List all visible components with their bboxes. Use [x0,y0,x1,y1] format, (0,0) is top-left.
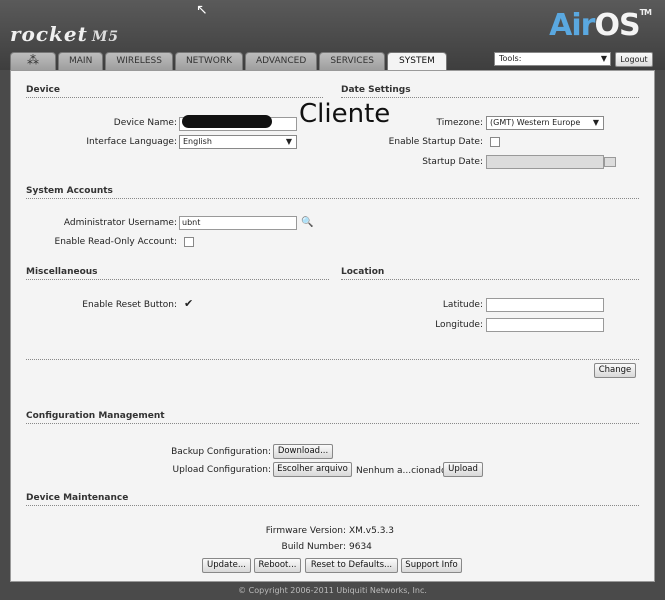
interface-language-select[interactable]: English ▼ [179,135,297,149]
system-accounts-title: System Accounts [26,186,113,196]
tab-ubiquiti-logo[interactable]: ⁂ [10,52,56,70]
change-button[interactable]: Change [594,363,636,378]
calendar-icon [604,157,616,167]
divider [341,279,639,280]
admin-username-input[interactable]: ubnt [179,216,297,230]
brand-model: M5 [91,29,120,45]
device-section-title: Device [26,85,60,95]
firmware-version-label: Firmware Version: [265,526,346,536]
airos-logo: AirOSTM [549,8,652,43]
footer-copyright: © Copyright 2006-2011 Ubiquiti Networks,… [238,586,427,595]
support-info-button[interactable]: Support Info [401,558,462,573]
latitude-label: Latitude: [442,300,483,310]
download-button[interactable]: Download... [273,444,333,459]
backup-configuration-label: Backup Configuration: [171,447,271,457]
tab-network[interactable]: NETWORK [174,52,243,70]
date-settings-title: Date Settings [341,85,411,95]
tab-wireless[interactable]: WIRELESS [105,52,173,70]
search-icon[interactable]: 🔍 [301,217,313,228]
airos-os: OS [594,8,640,43]
divider [341,97,639,98]
chevron-down-icon: ▼ [592,118,599,127]
divider [26,279,329,280]
admin-username-label: Administrator Username: [63,218,177,228]
enable-startup-date-checkbox[interactable] [490,137,500,147]
enable-readonly-label: Enable Read-Only Account: [54,237,177,247]
device-name-label: Device Name: [113,118,177,128]
divider [26,505,639,506]
airos-tm: TM [639,8,652,17]
tab-services[interactable]: SERVICES [319,52,385,70]
startup-date-label: Startup Date: [422,157,483,167]
timezone-value: (GMT) Western Europe [490,118,581,127]
upload-button[interactable]: Upload [443,462,483,477]
build-number-value: 9634 [349,542,372,552]
redaction-mark [182,115,272,128]
interface-language-value: English [183,137,212,146]
update-button[interactable]: Update... [202,558,251,573]
miscellaneous-title: Miscellaneous [26,267,98,277]
tools-label: Tools: [499,54,522,63]
logout-button[interactable]: Logout [615,52,653,67]
interface-language-label: Interface Language: [86,137,177,147]
airos-air: Air [549,8,595,43]
checkmark-icon[interactable]: ✔ [184,297,193,310]
reset-to-defaults-button[interactable]: Reset to Defaults... [305,558,398,573]
main-tabs: ⁂ MAIN WIRELESS NETWORK ADVANCED SERVICE… [10,52,447,71]
latitude-input[interactable] [486,298,604,312]
enable-reset-button-label: Enable Reset Button: [82,300,177,310]
rocket-logo: rocket M5 [10,22,119,46]
longitude-input[interactable] [486,318,604,332]
choose-file-button[interactable]: Escolher arquivo [273,462,352,477]
divider [26,359,639,360]
mouse-cursor-icon: ↖ [196,2,208,18]
enable-startup-date-label: Enable Startup Date: [388,137,483,147]
no-file-text: Nenhum a...cionado [356,466,447,476]
divider [26,423,639,424]
brand-name: rocket [10,22,88,46]
chevron-down-icon: ▼ [285,137,292,146]
device-name-overlay: Cliente [299,99,391,129]
tools-select[interactable]: Tools: ▼ [494,52,611,66]
system-panel: Device Date Settings Device Name: Interf… [10,70,655,582]
tab-main[interactable]: MAIN [58,52,104,70]
configuration-management-title: Configuration Management [26,411,165,421]
build-number-label: Build Number: [281,542,346,552]
device-maintenance-title: Device Maintenance [26,493,129,503]
startup-date-input [486,155,604,169]
header-bar: rocket M5 AirOSTM ↖ ⁂ MAIN WIRELESS NETWO… [0,0,665,71]
divider [26,97,323,98]
tab-system[interactable]: SYSTEM [386,52,447,71]
enable-readonly-checkbox[interactable] [184,237,194,247]
divider [26,198,639,199]
chevron-down-icon: ▼ [600,54,607,63]
reboot-button[interactable]: Reboot... [254,558,301,573]
firmware-version-value: XM.v5.3.3 [349,526,395,536]
upload-configuration-label: Upload Configuration: [172,465,271,475]
longitude-label: Longitude: [435,320,483,330]
location-title: Location [341,267,385,277]
tab-advanced[interactable]: ADVANCED [245,52,318,70]
timezone-select[interactable]: (GMT) Western Europe ▼ [486,116,604,130]
